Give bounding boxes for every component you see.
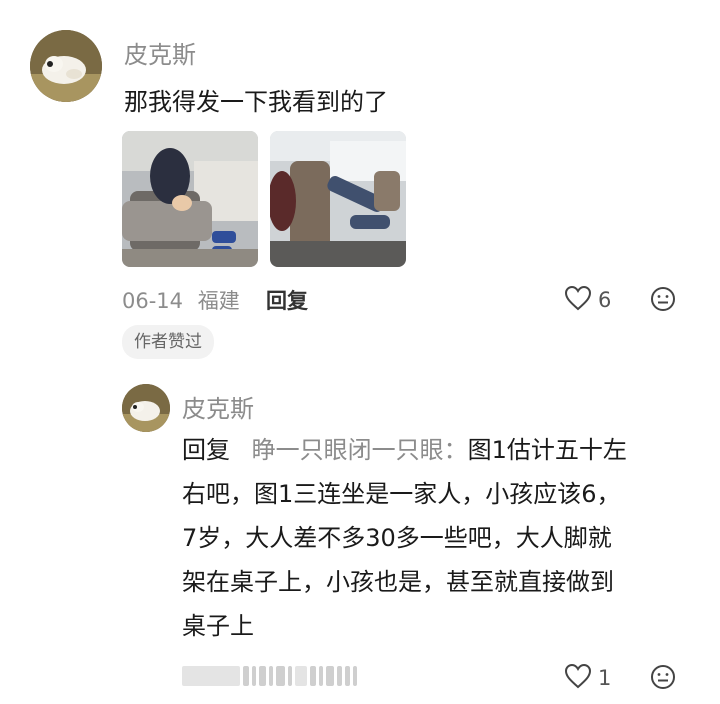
reply-target-user[interactable]: 睁一只眼闭一只眼：	[252, 436, 468, 464]
comment-date: 06-14	[122, 289, 184, 313]
reply-meta-redacted	[182, 666, 357, 686]
comment-avatar[interactable]	[30, 30, 102, 102]
comment-meta: 06-14 福建	[122, 285, 240, 315]
comment-photo-1[interactable]	[122, 131, 258, 267]
reply-avatar[interactable]	[122, 384, 170, 432]
reply-prefix: 回复	[182, 436, 230, 464]
author-liked-badge: 作者赞过	[122, 325, 214, 359]
reply-line-5: 桌子上	[182, 612, 254, 640]
reply-like-button[interactable]: 1	[564, 663, 611, 693]
reply-like-count: 1	[598, 666, 612, 690]
comment-location: 福建	[197, 289, 240, 313]
comment-author-name[interactable]: 皮克斯	[124, 35, 196, 70]
comment-like-count: 6	[598, 288, 612, 312]
reply-line-1: 图1估计五十左	[467, 436, 627, 464]
reply-author-name[interactable]: 皮克斯	[182, 389, 254, 424]
heart-outline-icon	[564, 285, 592, 315]
smiley-face-icon[interactable]	[650, 664, 676, 694]
smiley-face-icon[interactable]	[650, 286, 676, 316]
reply-text: 回复 睁一只眼闭一只眼：图1估计五十左 右吧，图1三连坐是一家人，小孩应该6， …	[182, 428, 702, 648]
comment-reply-button[interactable]: 回复	[266, 285, 308, 315]
comment-text: 那我得发一下我看到的了	[124, 88, 388, 116]
reply-line-4: 架在桌子上，小孩也是，甚至就直接做到	[182, 568, 614, 596]
reply-line-2: 右吧，图1三连坐是一家人，小孩应该6，	[182, 480, 621, 508]
comment-photo-2[interactable]	[270, 131, 406, 267]
reply-line-3: 7岁，大人差不多30多一些吧，大人脚就	[182, 524, 612, 552]
comment-like-button[interactable]: 6	[564, 285, 611, 315]
heart-outline-icon	[564, 663, 592, 693]
